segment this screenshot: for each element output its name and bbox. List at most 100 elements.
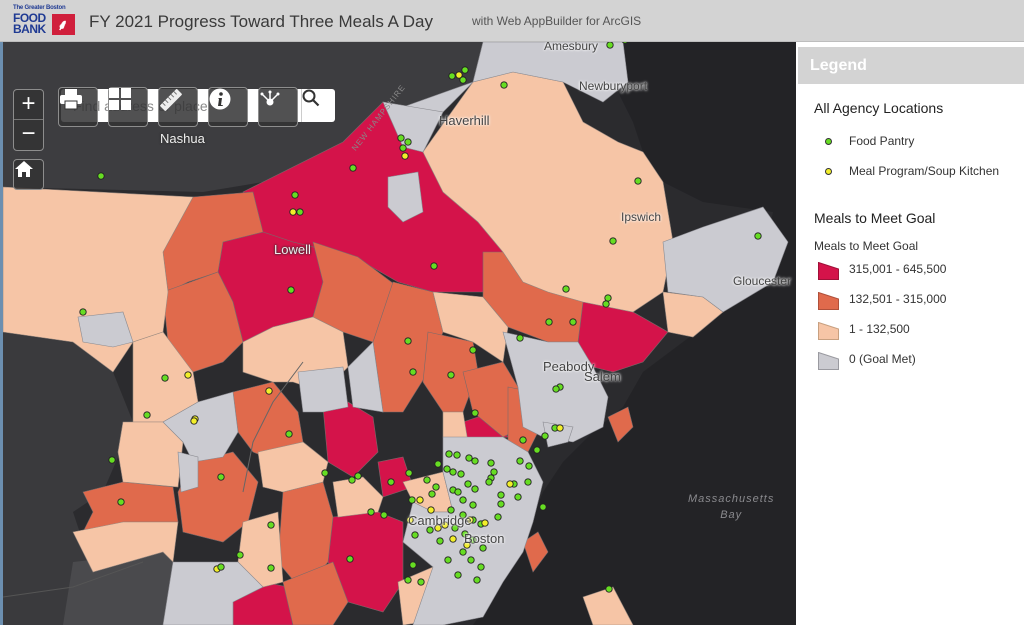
food-pantry-point[interactable]	[97, 172, 105, 180]
food-pantry-point[interactable]	[471, 457, 479, 465]
food-pantry-point[interactable]	[606, 42, 614, 49]
food-pantry-point[interactable]	[609, 237, 617, 245]
food-pantry-point[interactable]	[117, 498, 125, 506]
food-pantry-point[interactable]	[404, 138, 412, 146]
food-pantry-point[interactable]	[267, 521, 275, 529]
meal-program-point[interactable]	[556, 424, 564, 432]
food-pantry-point[interactable]	[459, 548, 467, 556]
meal-program-point[interactable]	[449, 535, 457, 543]
food-pantry-point[interactable]	[634, 177, 642, 185]
food-pantry-point[interactable]	[519, 436, 527, 444]
about-button[interactable]	[208, 87, 248, 127]
food-pantry-point[interactable]	[444, 556, 452, 564]
food-pantry-point[interactable]	[539, 503, 547, 511]
region-goal-met[interactable]	[77, 311, 134, 348]
search-button[interactable]	[301, 89, 335, 122]
print-button[interactable]	[58, 87, 98, 127]
meal-program-point[interactable]	[190, 417, 198, 425]
food-pantry-point[interactable]	[285, 430, 293, 438]
meal-program-point[interactable]	[416, 496, 424, 504]
food-pantry-point[interactable]	[443, 465, 451, 473]
food-pantry-point[interactable]	[469, 501, 477, 509]
food-pantry-point[interactable]	[321, 469, 329, 477]
food-pantry-point[interactable]	[404, 337, 412, 345]
food-pantry-point[interactable]	[354, 472, 362, 480]
food-pantry-point[interactable]	[533, 446, 541, 454]
map-view[interactable]: Nashua NEW HAMPSHIRE Amesbury Newburypor…	[3, 42, 796, 625]
food-pantry-point[interactable]	[602, 300, 610, 308]
food-pantry-point[interactable]	[296, 208, 304, 216]
food-pantry-point[interactable]	[605, 585, 613, 593]
food-pantry-point[interactable]	[569, 318, 577, 326]
food-pantry-point[interactable]	[464, 480, 472, 488]
meal-program-point[interactable]	[481, 519, 489, 527]
food-pantry-point[interactable]	[494, 513, 502, 521]
meal-program-point[interactable]	[506, 480, 514, 488]
food-pantry-point[interactable]	[430, 262, 438, 270]
food-pantry-point[interactable]	[436, 537, 444, 545]
food-pantry-point[interactable]	[471, 409, 479, 417]
food-pantry-point[interactable]	[487, 459, 495, 467]
food-pantry-point[interactable]	[467, 556, 475, 564]
food-pantry-point[interactable]	[541, 432, 549, 440]
food-pantry-point[interactable]	[490, 468, 498, 476]
food-pantry-point[interactable]	[485, 478, 493, 486]
region-goal-met[interactable]	[177, 451, 199, 493]
home-button[interactable]	[13, 159, 44, 190]
meal-program-point[interactable]	[184, 371, 192, 379]
food-pantry-point[interactable]	[411, 531, 419, 539]
zoom-in-button[interactable]: +	[14, 90, 43, 120]
food-pantry-point[interactable]	[454, 488, 462, 496]
food-pantry-point[interactable]	[291, 191, 299, 199]
food-pantry-point[interactable]	[399, 144, 407, 152]
food-pantry-point[interactable]	[349, 164, 357, 172]
food-pantry-point[interactable]	[754, 232, 762, 240]
food-pantry-point[interactable]	[453, 451, 461, 459]
food-pantry-point[interactable]	[409, 561, 417, 569]
food-pantry-point[interactable]	[236, 551, 244, 559]
food-pantry-point[interactable]	[397, 134, 405, 142]
food-pantry-point[interactable]	[465, 454, 473, 462]
region-goal-met[interactable]	[297, 366, 349, 413]
food-pantry-point[interactable]	[408, 496, 416, 504]
measurement-button[interactable]	[158, 87, 198, 127]
food-pantry-point[interactable]	[552, 385, 560, 393]
food-pantry-point[interactable]	[404, 576, 412, 584]
food-pantry-point[interactable]	[417, 578, 425, 586]
food-pantry-point[interactable]	[524, 478, 532, 486]
food-pantry-point[interactable]	[449, 468, 457, 476]
food-pantry-point[interactable]	[545, 318, 553, 326]
food-pantry-point[interactable]	[346, 555, 354, 563]
food-pantry-point[interactable]	[525, 462, 533, 470]
food-pantry-point[interactable]	[423, 476, 431, 484]
share-button[interactable]	[258, 87, 298, 127]
food-bank-logo[interactable]: The Greater Boston FOOD BANK ⸙	[11, 5, 79, 37]
food-pantry-point[interactable]	[217, 473, 225, 481]
food-pantry-point[interactable]	[409, 368, 417, 376]
food-pantry-point[interactable]	[473, 576, 481, 584]
zoom-out-button[interactable]: −	[14, 120, 43, 150]
meal-program-point[interactable]	[265, 387, 273, 395]
food-pantry-point[interactable]	[497, 491, 505, 499]
food-pantry-point[interactable]	[348, 476, 356, 484]
basemap-gallery-button[interactable]	[108, 87, 148, 127]
food-pantry-point[interactable]	[79, 308, 87, 316]
food-pantry-point[interactable]	[405, 469, 413, 477]
food-pantry-point[interactable]	[461, 66, 469, 74]
region-low[interactable]	[332, 476, 384, 518]
food-pantry-point[interactable]	[367, 508, 375, 516]
food-pantry-point[interactable]	[454, 571, 462, 579]
food-pantry-point[interactable]	[287, 286, 295, 294]
food-pantry-point[interactable]	[497, 500, 505, 508]
food-pantry-point[interactable]	[477, 563, 485, 571]
food-pantry-point[interactable]	[604, 294, 612, 302]
food-pantry-point[interactable]	[516, 334, 524, 342]
food-pantry-point[interactable]	[514, 493, 522, 501]
food-pantry-point[interactable]	[459, 76, 467, 84]
food-pantry-point[interactable]	[516, 457, 524, 465]
food-pantry-point[interactable]	[469, 346, 477, 354]
food-pantry-point[interactable]	[108, 456, 116, 464]
food-pantry-point[interactable]	[448, 72, 456, 80]
food-pantry-point[interactable]	[143, 411, 151, 419]
food-pantry-point[interactable]	[457, 470, 465, 478]
